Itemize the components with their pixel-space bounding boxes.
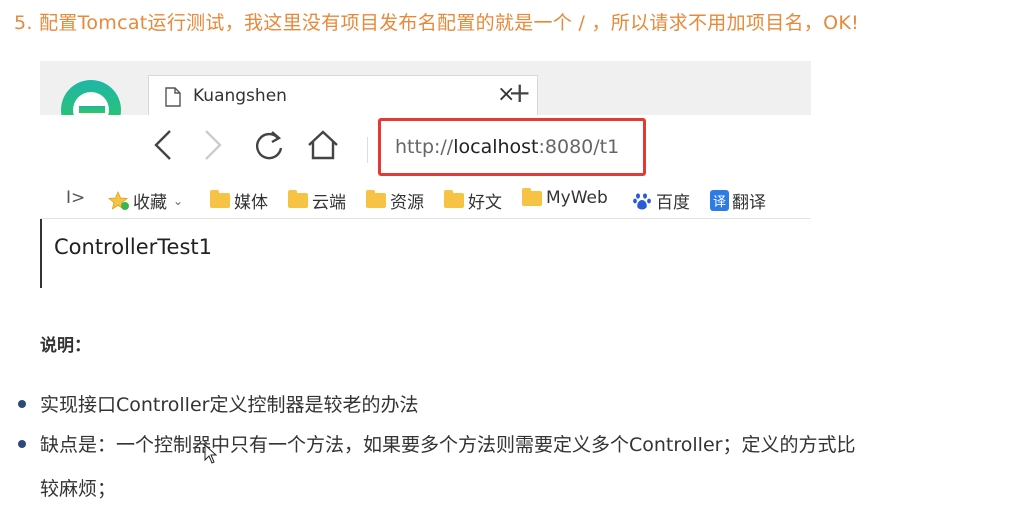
new-tab-button[interactable]: +: [508, 79, 531, 107]
bookmark-folder[interactable]: 媒体: [210, 188, 268, 213]
chevron-down-icon: ⌄: [173, 193, 184, 208]
section-heading: 5. 配置Tomcat运行测试，我这里没有项目发布名配置的就是一个 / ，所以请…: [14, 12, 860, 34]
browser-titlebar: Kuangshen × +: [40, 61, 811, 147]
bookmarks-bar: I> 收藏 ⌄ 媒体 云端 资源 好文 MyWeb 百度 译 翻译: [40, 180, 811, 219]
translate-icon: 译: [710, 190, 730, 211]
forward-icon[interactable]: [202, 129, 224, 161]
tab-kuangshen[interactable]: Kuangshen ×: [148, 75, 538, 116]
folder-icon: [444, 190, 464, 208]
baidu-label: 百度: [656, 193, 690, 213]
list-item: 缺点是：一个控制器中只有一个方法，如果要多个方法则需要定义多个Controlle…: [40, 434, 856, 456]
bookmark-folder[interactable]: 云端: [288, 188, 346, 213]
toolbar-divider: [367, 137, 368, 163]
refresh-icon[interactable]: [252, 129, 286, 163]
translate-label: 翻译: [732, 193, 767, 213]
folder-icon: [522, 187, 542, 206]
bookmark-label: 云端: [312, 193, 346, 213]
bookmark-folder[interactable]: 好文: [444, 188, 502, 213]
address-bar[interactable]: http://localhost:8080/t1: [378, 118, 646, 176]
bookmark-folder[interactable]: 资源: [366, 188, 424, 213]
bookmark-label: 媒体: [234, 193, 268, 213]
bookmark-favorites[interactable]: 收藏 ⌄: [108, 188, 183, 213]
navigation-bar: http://localhost:8080/t1: [40, 115, 811, 180]
bookmark-label: 资源: [390, 193, 424, 213]
baidu-paw-icon: [633, 192, 651, 209]
bookmark-label: MyWeb: [546, 188, 608, 208]
page-content: ControllerTest1: [54, 235, 213, 259]
list-item: 实现接口Controller定义控制器是较老的办法: [40, 394, 419, 416]
list-bullet: [18, 440, 26, 448]
folder-icon: [366, 190, 386, 208]
address-url: http://localhost:8080/t1: [395, 136, 620, 158]
bookmark-label: 好文: [468, 193, 502, 213]
bookmark-baidu[interactable]: 百度: [632, 188, 690, 213]
sidebar-toggle[interactable]: I>: [66, 188, 85, 208]
list-bullet: [18, 400, 26, 408]
mouse-cursor-icon: [204, 444, 218, 464]
favorites-label: 收藏: [133, 193, 167, 213]
back-icon[interactable]: [152, 129, 174, 161]
tab-title: Kuangshen: [193, 86, 287, 106]
bookmark-translate[interactable]: 译 翻译: [710, 188, 766, 213]
star-icon: [108, 190, 129, 210]
home-icon[interactable]: [306, 129, 340, 161]
folder-icon: [288, 190, 308, 208]
folder-icon: [210, 190, 230, 208]
note-title: 说明：: [40, 336, 91, 356]
browser-screenshot: Kuangshen × + http://localhost:8080/t1 I…: [40, 61, 811, 288]
bookmark-folder[interactable]: MyWeb: [522, 187, 608, 208]
page-icon: [165, 87, 181, 107]
list-item-continuation: 较麻烦；: [40, 478, 117, 500]
